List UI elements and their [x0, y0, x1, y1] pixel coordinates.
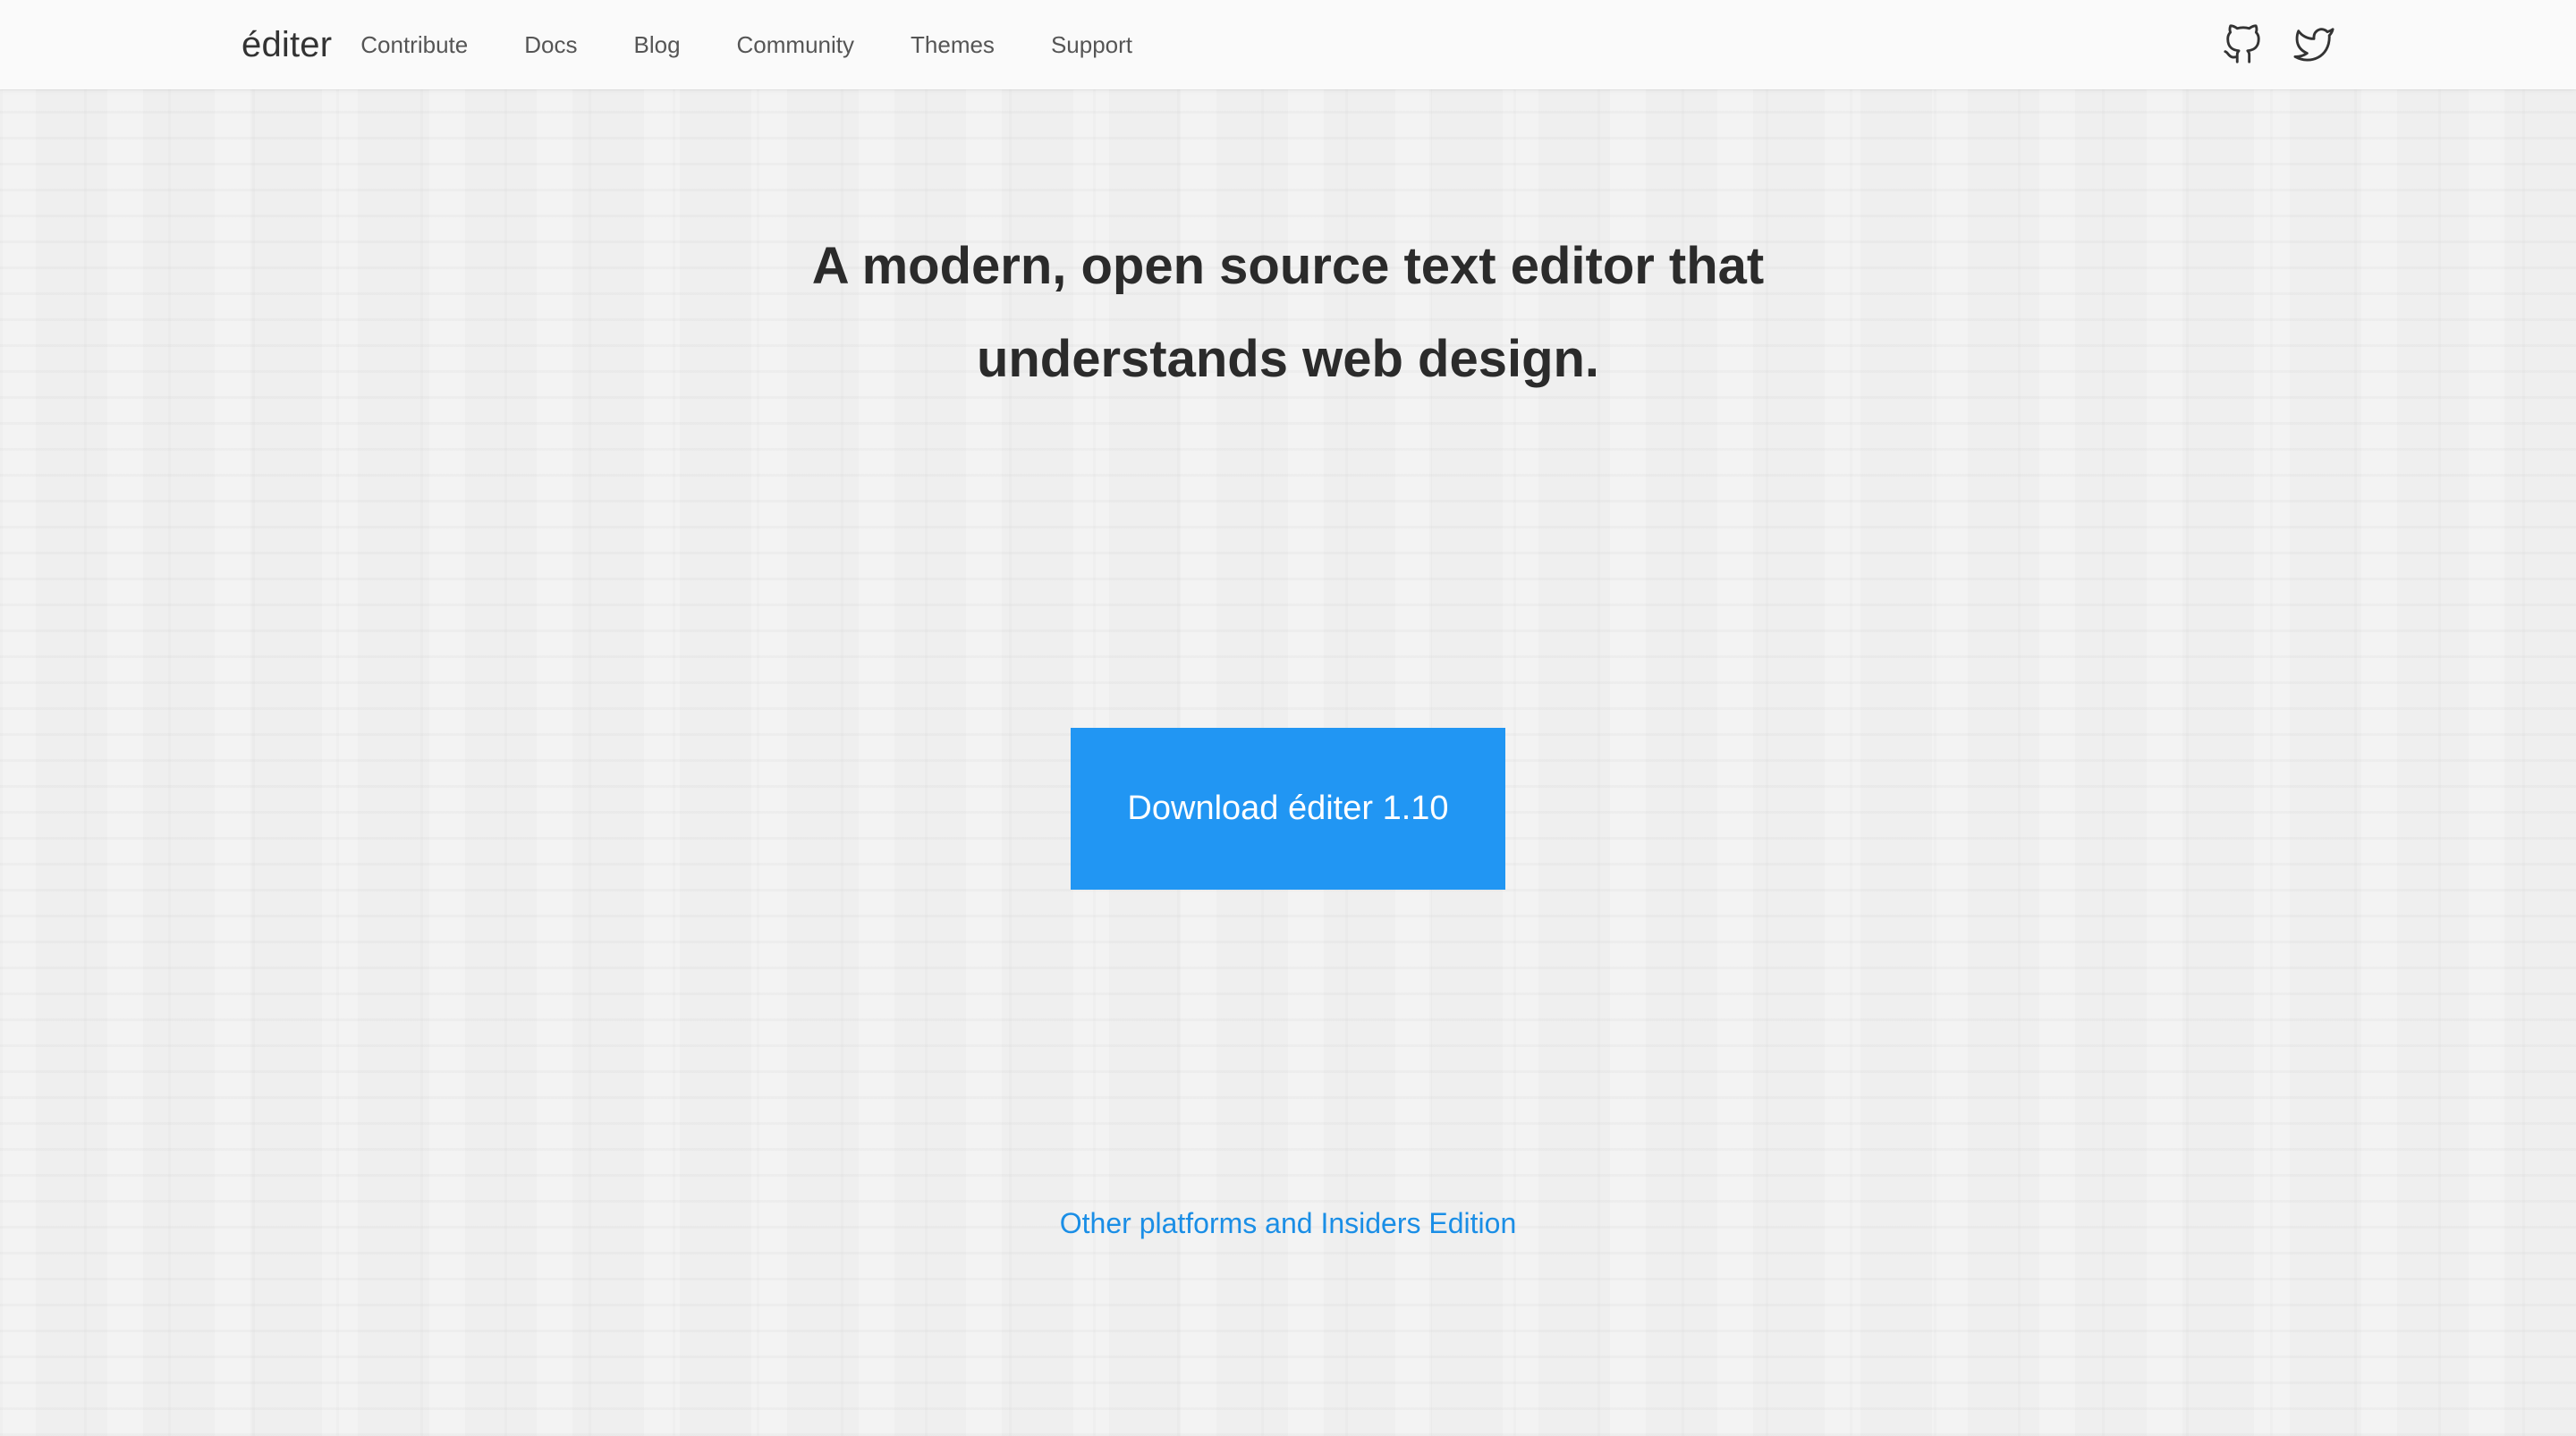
other-platforms-link[interactable]: Other platforms and Insiders Edition [0, 1207, 2576, 1240]
nav-link-themes[interactable]: Themes [911, 31, 995, 59]
hero-headline: A modern, open source text editor that u… [0, 220, 2576, 406]
social-icons [2222, 0, 2334, 89]
nav-link-support[interactable]: Support [1051, 31, 1132, 59]
nav-link-community[interactable]: Community [737, 31, 854, 59]
twitter-icon[interactable] [2293, 24, 2334, 65]
brand-logo-link[interactable]: éditer [242, 25, 332, 65]
nav-link-contribute[interactable]: Contribute [360, 31, 468, 59]
nav-left: éditer Contribute Docs Blog Community Th… [242, 0, 1189, 89]
hero-headline-line-2: understands web design. [976, 330, 1600, 388]
nav-link-blog[interactable]: Blog [633, 31, 680, 59]
hero-headline-line-1: A modern, open source text editor that [811, 237, 1765, 295]
nav-link-docs[interactable]: Docs [524, 31, 577, 59]
top-navbar: éditer Contribute Docs Blog Community Th… [0, 0, 2576, 89]
github-icon[interactable] [2222, 24, 2263, 65]
main-nav: Contribute Docs Blog Community Themes Su… [360, 31, 1189, 59]
download-button[interactable]: Download éditer 1.10 [1071, 728, 1505, 890]
